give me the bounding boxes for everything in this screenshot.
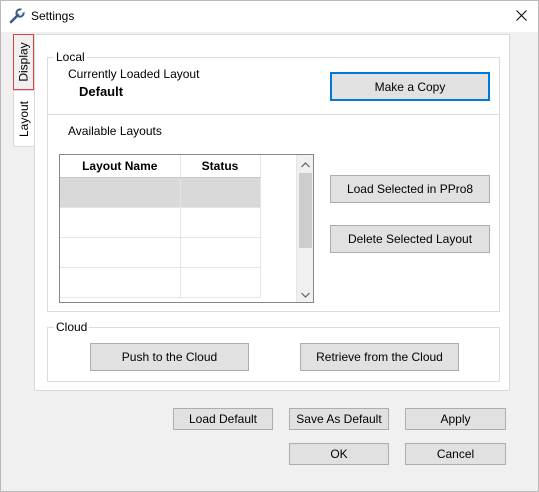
current-layout-value: Default: [79, 84, 124, 99]
local-group-label: Local: [54, 50, 87, 64]
delete-selected-button[interactable]: Delete Selected Layout: [330, 225, 490, 253]
window-title: Settings: [31, 9, 75, 23]
ok-button[interactable]: OK: [289, 443, 389, 465]
cell-layout-name: [60, 207, 181, 238]
title-bar: Settings: [1, 1, 538, 32]
apply-button[interactable]: Apply: [405, 408, 506, 430]
cell-layout-name: [60, 177, 181, 208]
scrollbar-thumb[interactable]: [299, 173, 312, 248]
cell-status: [180, 177, 261, 208]
close-icon: [515, 9, 527, 24]
vertical-scrollbar[interactable]: [296, 155, 313, 302]
tab-layout-label: Layout: [17, 100, 32, 137]
make-copy-button[interactable]: Make a Copy: [330, 72, 490, 101]
available-layouts-label: Available Layouts: [68, 124, 162, 138]
tab-display-label: Display: [16, 42, 31, 82]
close-button[interactable]: [504, 1, 538, 32]
cell-status: [180, 237, 261, 268]
load-selected-button[interactable]: Load Selected in PPro8: [330, 175, 490, 203]
save-as-default-button[interactable]: Save As Default: [289, 408, 389, 430]
load-default-button[interactable]: Load Default: [173, 408, 273, 430]
cell-status: [180, 207, 261, 238]
chevron-down-icon: [301, 287, 310, 301]
scroll-up-button[interactable]: [297, 155, 314, 172]
chevron-up-icon: [301, 157, 310, 171]
local-group: Local Currently Loaded Layout Default Ma…: [47, 50, 500, 312]
column-header-layout-name[interactable]: Layout Name: [60, 155, 181, 178]
table-row[interactable]: [60, 177, 261, 208]
tab-layout[interactable]: Layout: [13, 90, 35, 147]
cancel-button[interactable]: Cancel: [405, 443, 506, 465]
cell-layout-name: [60, 237, 181, 268]
column-header-status[interactable]: Status: [180, 155, 261, 178]
cloud-group-label: Cloud: [54, 320, 90, 334]
dialog-client: Display Layout Local Currently Loaded La…: [1, 32, 538, 491]
cell-layout-name: [60, 267, 181, 298]
layouts-list[interactable]: Layout Name Status: [59, 154, 314, 303]
scroll-down-button[interactable]: [297, 285, 314, 302]
table-row[interactable]: [60, 237, 261, 268]
table-row[interactable]: [60, 207, 261, 238]
layout-tab-page: Local Currently Loaded Layout Default Ma…: [34, 34, 510, 391]
local-divider: [48, 114, 499, 115]
retrieve-from-cloud-button[interactable]: Retrieve from the Cloud: [300, 343, 459, 371]
push-to-cloud-button[interactable]: Push to the Cloud: [90, 343, 249, 371]
cell-status: [180, 267, 261, 298]
cloud-group: Cloud Push to the Cloud Retrieve from th…: [47, 320, 500, 382]
current-layout-label: Currently Loaded Layout: [68, 67, 200, 81]
wrench-icon: [8, 7, 26, 25]
table-row[interactable]: [60, 267, 261, 298]
settings-window: Settings Display Layout Local Currently …: [0, 0, 539, 492]
tab-display[interactable]: Display: [13, 34, 34, 90]
layouts-table: Layout Name Status: [60, 155, 261, 298]
